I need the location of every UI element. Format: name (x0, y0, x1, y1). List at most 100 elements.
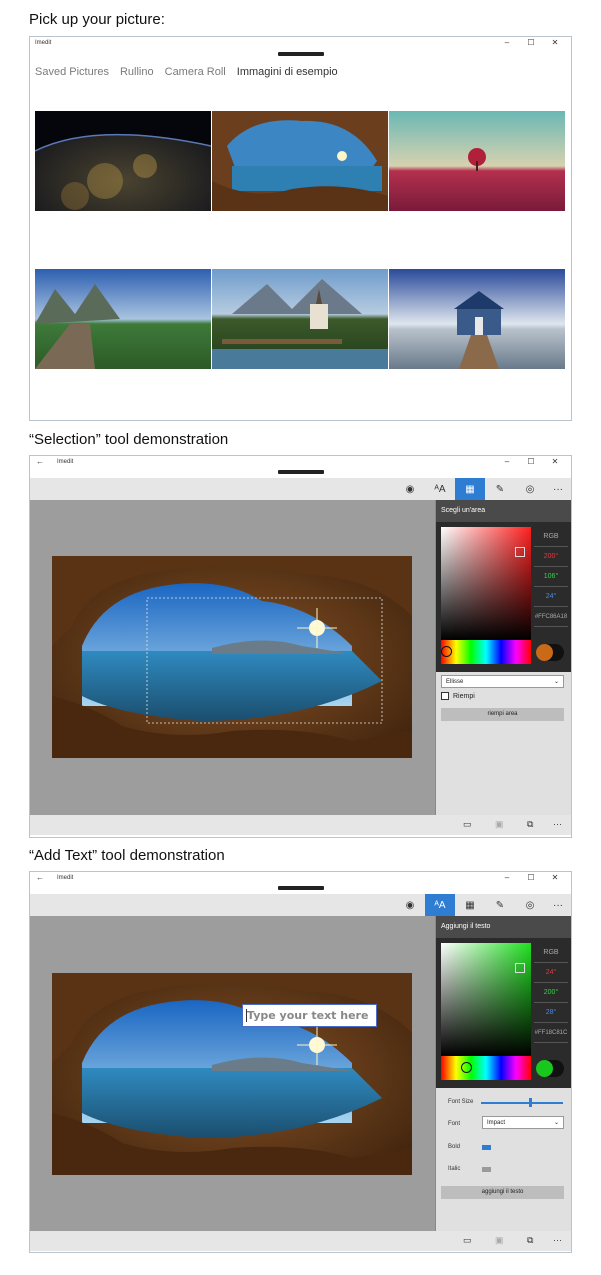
back-arrow-icon[interactable]: ← (36, 873, 44, 882)
hue-slider[interactable] (441, 640, 531, 664)
maximize-button[interactable]: ☐ (519, 457, 543, 466)
maximize-button[interactable]: ☐ (519, 38, 543, 47)
color-cursor[interactable] (515, 547, 525, 557)
font-value: Impact (487, 1120, 506, 1126)
hex-value[interactable]: #FF18C81C (534, 1023, 568, 1043)
fill-checkbox-row[interactable]: Riempi (441, 692, 475, 700)
record-icon[interactable]: ◎ (515, 478, 545, 500)
thumbnail-boardwalk-mountains[interactable] (35, 269, 211, 369)
add-text-button[interactable]: aggiungi il testo (441, 1186, 564, 1199)
maximize-button[interactable]: ☐ (519, 873, 543, 882)
font-dropdown[interactable]: Impact ⌄ (482, 1116, 564, 1129)
tab-camera-roll[interactable]: Camera Roll (165, 66, 226, 78)
thumbnail-earth-night-lights[interactable] (35, 111, 211, 211)
cave-photo[interactable] (52, 556, 412, 758)
fill-checkbox[interactable] (441, 692, 449, 700)
heading-pick-picture: Pick up your picture: (29, 11, 165, 28)
save-icon[interactable]: ▣ (495, 1235, 504, 1246)
hue-knob[interactable] (441, 646, 452, 657)
heading-selection-demo: “Selection” tool demonstration (29, 431, 229, 448)
text-style-icon[interactable]: ᴬA (425, 894, 455, 916)
red-value[interactable]: 200° (534, 547, 568, 567)
canvas-area[interactable]: Type your text here (30, 916, 435, 1231)
close-button[interactable]: ✕ (543, 873, 567, 882)
minimize-button[interactable]: – (495, 38, 519, 47)
present-icon[interactable]: ▭ (463, 1235, 472, 1246)
crop-icon[interactable]: ⧉ (527, 1235, 533, 1246)
fill-area-button[interactable]: riempi area (441, 708, 564, 721)
font-size-slider[interactable] (481, 1098, 563, 1107)
color-picker: RGB 24° 200° 28° #FF18C81C (436, 938, 571, 1088)
blue-value[interactable]: 28° (534, 1003, 568, 1023)
rgb-readout: RGB 24° 200° 28° #FF18C81C (534, 943, 568, 1043)
source-tabs: Saved Pictures Rullino Camera Roll Immag… (35, 66, 349, 78)
thumbnail-red-tree-field[interactable] (389, 111, 565, 211)
drag-handle[interactable] (277, 470, 324, 474)
hue-knob[interactable] (461, 1062, 472, 1073)
shape-dropdown[interactable]: Ellisse ⌄ (441, 675, 564, 688)
window-title: Imedit (35, 40, 52, 46)
present-icon[interactable]: ▭ (463, 819, 472, 830)
hex-value[interactable]: #FFC86A18 (534, 607, 568, 627)
window-title: Imedit (57, 875, 74, 881)
thumbnail-blue-boathouse-pier[interactable] (389, 269, 565, 369)
title-bar: ← Imedit – ☐ ✕ (30, 872, 571, 886)
selection-icon[interactable]: ▦ (455, 894, 485, 916)
tab-rullino[interactable]: Rullino (120, 66, 154, 78)
swatch-dot (536, 1060, 553, 1077)
green-value[interactable]: 200° (534, 983, 568, 1003)
color-cursor[interactable] (515, 963, 525, 973)
panel-title: Aggiungi il testo (436, 916, 571, 938)
thumbnail-alpine-chapel-bridge[interactable] (212, 269, 388, 369)
pen-icon[interactable]: ✎ (485, 478, 515, 500)
text-caret (246, 1009, 247, 1022)
saturation-value-area[interactable] (441, 527, 531, 640)
text-placeholder: Type your text here (247, 1009, 369, 1022)
editor-toolbar: ◉ ᴬA ▦ ✎ ◎ ··· (30, 894, 571, 916)
add-text-panel: Aggiungi il testo RGB 24° 200° 28° #FF18… (435, 916, 571, 1231)
more-icon[interactable]: ··· (543, 478, 571, 500)
pen-icon[interactable]: ✎ (485, 894, 515, 916)
close-button[interactable]: ✕ (543, 38, 567, 47)
saturation-value-area[interactable] (441, 943, 531, 1056)
add-text-demo-window: ← Imedit – ☐ ✕ ◉ ᴬA ▦ ✎ ◎ ··· Type your … (29, 871, 572, 1253)
text-style-icon[interactable]: ᴬA (425, 478, 455, 500)
font-size-slider-thumb[interactable] (529, 1098, 533, 1107)
close-button[interactable]: ✕ (543, 457, 567, 466)
italic-label: Italic (448, 1166, 461, 1172)
title-bar: ← Imedit – ☐ ✕ (30, 456, 571, 470)
tab-immagini-di-esempio[interactable]: Immagini di esempio (237, 66, 338, 78)
save-icon[interactable]: ▣ (495, 819, 504, 830)
more-icon[interactable]: ··· (543, 894, 571, 916)
drag-handle[interactable] (277, 886, 324, 890)
eye-icon[interactable]: ◉ (395, 478, 425, 500)
heading-add-text-demo: “Add Text” tool demonstration (29, 847, 225, 864)
chevron-down-icon: ⌄ (553, 1120, 559, 1126)
red-value[interactable]: 24° (534, 963, 568, 983)
eye-icon[interactable]: ◉ (395, 894, 425, 916)
picker-window: Imedit – ☐ ✕ Saved Pictures Rullino Came… (29, 36, 572, 421)
drag-handle[interactable] (277, 52, 324, 56)
text-input-box[interactable]: Type your text here (242, 1004, 377, 1027)
bold-toggle[interactable] (482, 1145, 491, 1150)
minimize-button[interactable]: – (495, 457, 519, 466)
panel-title: Scegli un'area (436, 500, 571, 522)
bottom-bar: ▭ ▣ ⧉ ··· (30, 815, 571, 835)
hue-slider[interactable] (441, 1056, 531, 1080)
font-size-label: Font Size (448, 1099, 474, 1105)
more-icon[interactable]: ··· (553, 819, 562, 829)
blue-value[interactable]: 24° (534, 587, 568, 607)
italic-toggle[interactable] (482, 1167, 491, 1172)
bottom-bar: ▭ ▣ ⧉ ··· (30, 1231, 571, 1251)
canvas-area[interactable] (30, 500, 435, 815)
more-icon[interactable]: ··· (553, 1235, 562, 1245)
record-icon[interactable]: ◎ (515, 894, 545, 916)
green-value[interactable]: 106° (534, 567, 568, 587)
minimize-button[interactable]: – (495, 873, 519, 882)
tab-saved-pictures[interactable]: Saved Pictures (35, 66, 109, 78)
crop-icon[interactable]: ⧉ (527, 819, 533, 830)
swatch-dot (536, 644, 553, 661)
selection-icon[interactable]: ▦ (455, 478, 485, 500)
back-arrow-icon[interactable]: ← (36, 457, 44, 466)
thumbnail-cave-sea-sunset[interactable] (212, 111, 388, 211)
